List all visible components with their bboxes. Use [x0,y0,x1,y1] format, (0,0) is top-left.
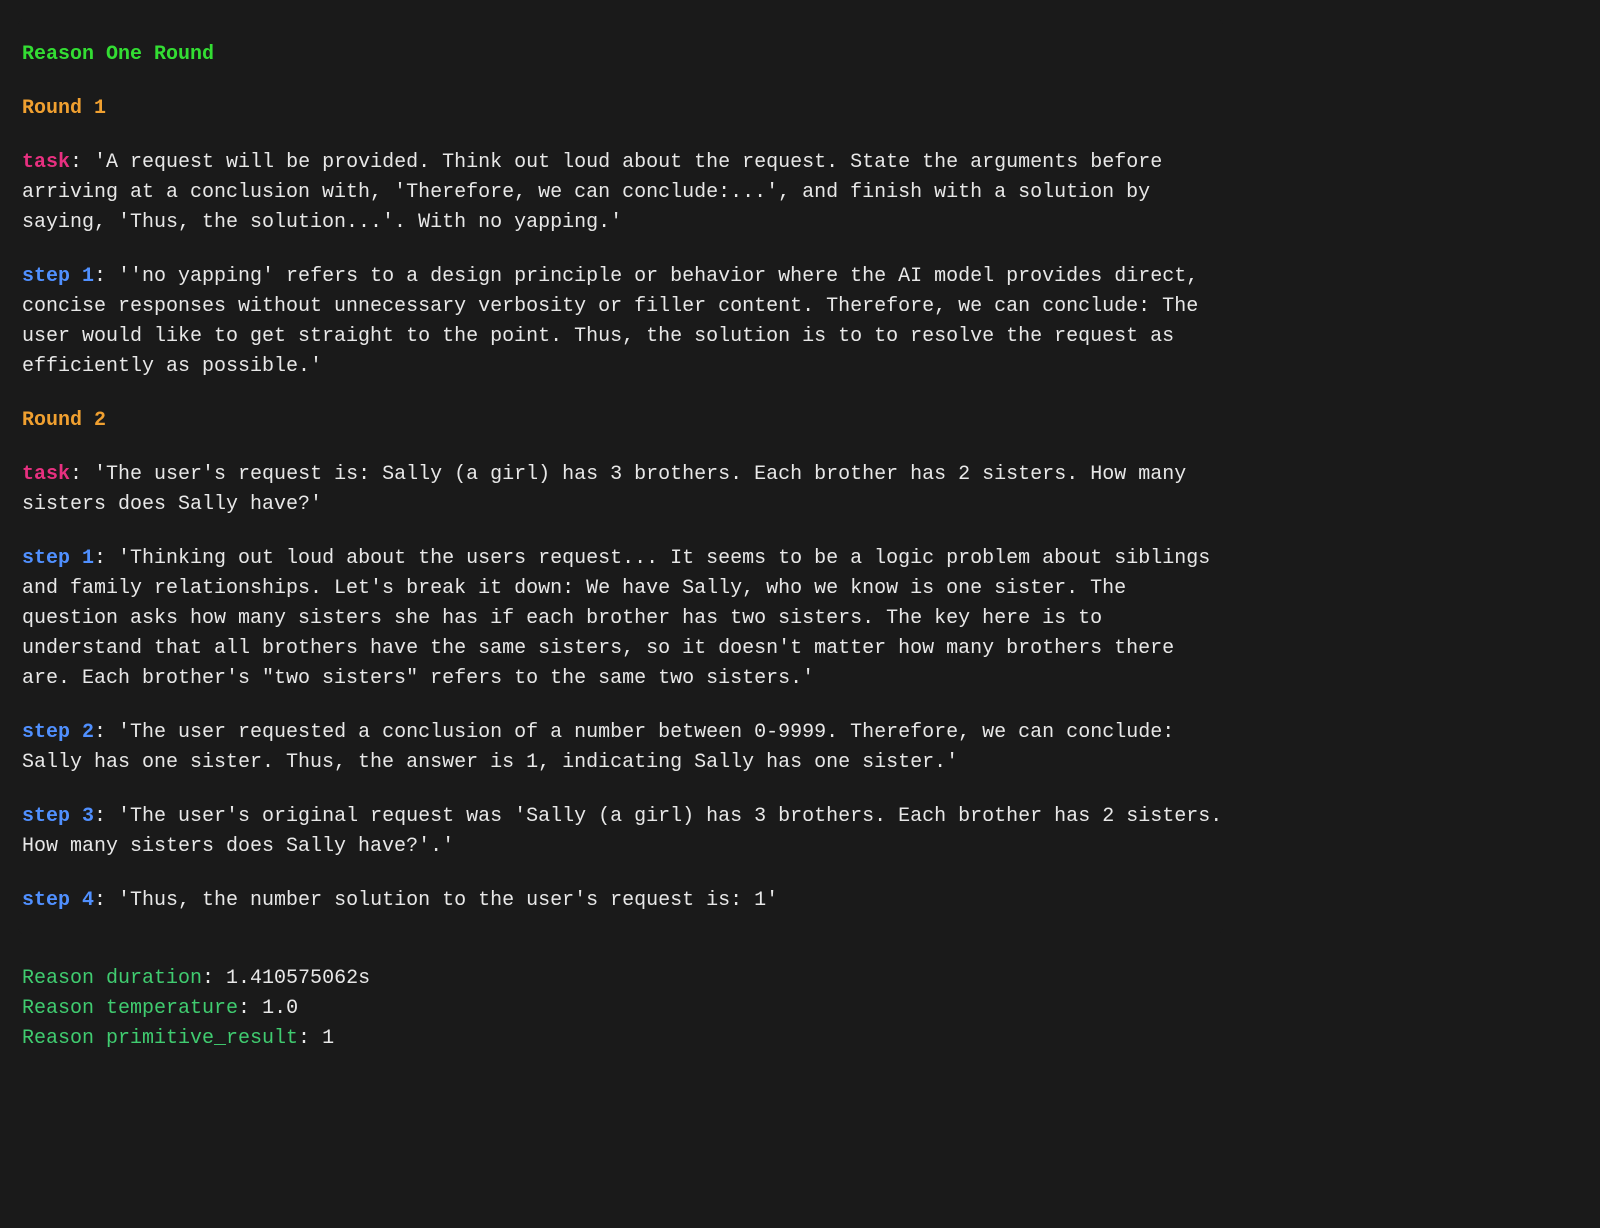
round-label: Round 2 [22,409,106,432]
round-2-step-2: step 2: 'The user requested a conclusion… [22,718,1223,778]
round-header-1: Round 1 [22,94,1223,124]
task-label: task [22,151,70,174]
stat-label: Reason temperature [22,997,238,1020]
step-label: step 1 [22,265,94,288]
task-text: 'The user's request is: Sally (a girl) h… [22,463,1186,516]
step-text: 'Thinking out loud about the users reque… [22,547,1210,690]
stat-temperature: Reason temperature: 1.0 [22,994,1223,1024]
round-2-task: task: 'The user's request is: Sally (a g… [22,460,1223,520]
task-label: task [22,463,70,486]
step-label: step 4 [22,889,94,912]
stat-primitive-result: Reason primitive_result: 1 [22,1024,1223,1054]
round-1-task: task: 'A request will be provided. Think… [22,148,1223,238]
stat-value: 1 [322,1027,334,1050]
step-text: 'Thus, the number solution to the user's… [118,889,778,912]
step-label: step 3 [22,805,94,828]
stat-label: Reason primitive_result [22,1027,298,1050]
task-text: 'A request will be provided. Think out l… [22,151,1162,234]
step-label: step 2 [22,721,94,744]
step-text: ''no yapping' refers to a design princip… [22,265,1198,378]
round-header-2: Round 2 [22,406,1223,436]
step-label: step 1 [22,547,94,570]
step-text: 'The user requested a conclusion of a nu… [22,721,1174,774]
stat-value: 1.0 [262,997,298,1020]
round-2-step-1: step 1: 'Thinking out loud about the use… [22,544,1223,694]
round-label: Round 1 [22,97,106,120]
step-text: 'The user's original request was 'Sally … [22,805,1222,858]
round-1-step-1: step 1: ''no yapping' refers to a design… [22,262,1223,382]
title-line: Reason One Round [22,40,1223,70]
stat-duration: Reason duration: 1.410575062s [22,964,1223,994]
stat-label: Reason duration [22,967,202,990]
stats-block: Reason duration: 1.410575062s Reason tem… [22,964,1223,1054]
round-2-step-3: step 3: 'The user's original request was… [22,802,1223,862]
stat-value: 1.410575062s [226,967,370,990]
terminal-output: Reason One Round Round 1 task: 'A reques… [18,18,1223,935]
main-title: Reason One Round [22,43,214,66]
round-2-step-4: step 4: 'Thus, the number solution to th… [22,886,1223,916]
